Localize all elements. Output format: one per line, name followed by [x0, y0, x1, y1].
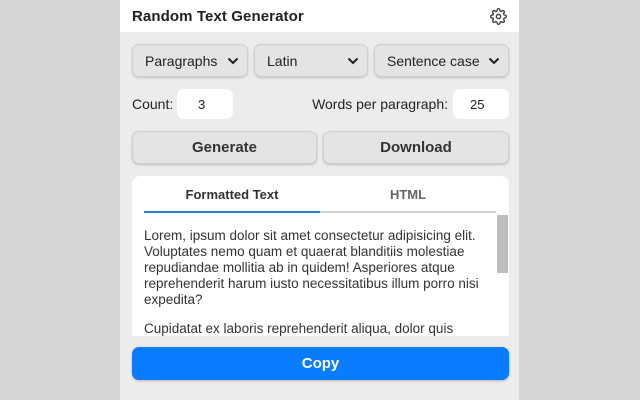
chevron-down-icon — [488, 57, 500, 65]
options-row: Paragraphs Latin Sentence case — [132, 44, 509, 77]
case-select[interactable]: Sentence case — [374, 44, 509, 77]
language-select-value: Latin — [267, 52, 298, 69]
count-label: Count: — [132, 96, 174, 112]
tab-formatted-text[interactable]: Formatted Text — [144, 176, 320, 213]
extension-panel: Random Text Generator Paragraphs Latin S… — [120, 0, 519, 400]
chevron-down-icon — [227, 57, 239, 65]
output-text: Lorem, ipsum dolor sit amet consectetur … — [144, 228, 489, 336]
type-select[interactable]: Paragraphs — [132, 44, 248, 77]
output-scrollbar[interactable] — [497, 215, 508, 336]
download-button[interactable]: Download — [323, 131, 509, 164]
actions-row: Generate Download — [132, 131, 509, 164]
generate-button[interactable]: Generate — [132, 131, 317, 164]
output-card: Formatted Text HTML Lorem, ipsum dolor s… — [132, 176, 509, 336]
language-select[interactable]: Latin — [254, 44, 368, 77]
words-per-paragraph-input[interactable] — [453, 89, 509, 119]
copy-button[interactable]: Copy — [132, 347, 509, 380]
output-paragraph: Cupidatat ex laboris reprehenderit aliqu… — [144, 321, 454, 336]
scrollbar-thumb[interactable] — [497, 215, 508, 273]
gear-icon[interactable] — [489, 7, 507, 25]
case-select-value: Sentence case — [387, 52, 480, 69]
counts-row: Count: Words per paragraph: — [132, 89, 509, 119]
words-per-paragraph-label: Words per paragraph: — [312, 96, 448, 112]
type-select-value: Paragraphs — [145, 52, 218, 69]
output-tabs: Formatted Text HTML — [144, 176, 496, 213]
count-input[interactable] — [177, 89, 233, 119]
header-bar: Random Text Generator — [120, 0, 519, 32]
app-title: Random Text Generator — [132, 7, 304, 25]
output-paragraph: Lorem, ipsum dolor sit amet consectetur … — [144, 228, 479, 307]
chevron-down-icon — [347, 57, 359, 65]
tab-html[interactable]: HTML — [320, 176, 496, 211]
